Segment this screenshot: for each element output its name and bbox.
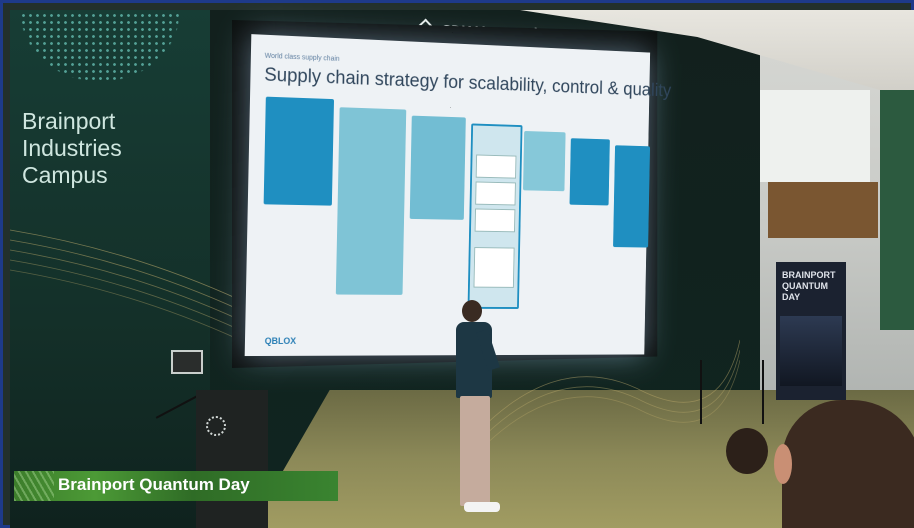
speaker-shoes (464, 502, 500, 512)
slide-column-4 (468, 123, 523, 309)
photo-frame: Brainport Industries Campus SDK Vastgoed… (0, 0, 914, 528)
slide-column-7 (613, 145, 650, 247)
decorative-waves-left (10, 210, 240, 350)
audience-head (726, 428, 768, 474)
venue-line-3: Campus (22, 162, 122, 189)
stage-monitor (171, 350, 203, 374)
lower-third-caption: Brainport Quantum Day (14, 471, 338, 501)
slide-column-1 (264, 97, 334, 206)
speaker (454, 296, 514, 528)
venue-sign: Brainport Industries Campus (22, 108, 122, 189)
slide-column-2 (336, 107, 406, 295)
speaker-legs (460, 396, 490, 506)
poster-line-1: BRAINPORT (782, 270, 842, 281)
slide-logo-box (475, 208, 516, 232)
poster-line-2: QUANTUM (782, 281, 842, 292)
slide-column-3 (410, 116, 466, 220)
poster-image (780, 316, 842, 386)
slide-column-5 (523, 131, 566, 191)
audience (708, 394, 914, 528)
venue-line-2: Industries (22, 135, 122, 162)
caption-text: Brainport Quantum Day (58, 475, 250, 495)
slide-footer-logo: QBLOX (265, 336, 297, 346)
slide-title: Supply chain strategy for scalability, c… (264, 65, 644, 101)
slide-logo-box (476, 154, 517, 178)
poster-title: BRAINPORT QUANTUM DAY (782, 270, 842, 303)
grass-texture (14, 471, 54, 501)
venue-line-1: Brainport (22, 108, 122, 135)
slide-breadcrumb: World class supply chain (265, 53, 340, 63)
audience-head (782, 400, 914, 528)
slide-column-6 (570, 138, 610, 205)
wood-panel (768, 182, 878, 238)
podium-logo-icon (206, 416, 226, 436)
event-poster: BRAINPORT QUANTUM DAY (776, 262, 846, 400)
poster-line-3: DAY (782, 292, 842, 303)
audience-ear (774, 444, 792, 484)
podium (196, 390, 268, 528)
presentation-slide: World class supply chain Supply chain st… (245, 34, 650, 356)
green-banner (880, 90, 914, 330)
window (760, 90, 870, 182)
slide-logo-box (475, 181, 516, 205)
speaker-head (462, 300, 482, 322)
dot-pattern-logo (20, 12, 180, 92)
slide-logo-box (474, 247, 515, 288)
